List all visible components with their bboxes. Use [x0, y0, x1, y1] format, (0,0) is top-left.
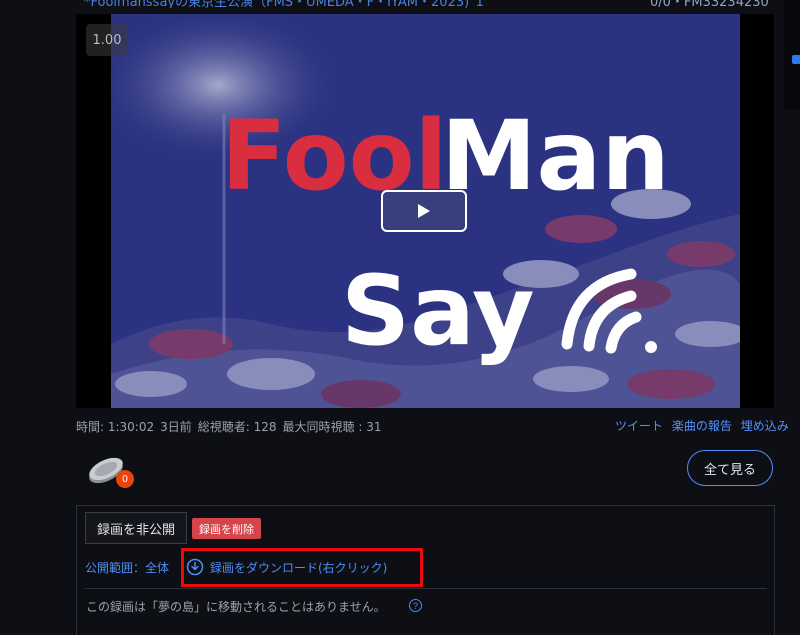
download-recording-link[interactable]: 録画をダウンロード(右クリック) [210, 559, 387, 576]
embed-link[interactable]: 埋め込み [741, 419, 789, 433]
video-player[interactable]: Fool Man Say 1.00 [76, 14, 774, 408]
download-icon[interactable] [186, 558, 204, 576]
side-checkbox[interactable] [792, 55, 800, 64]
tweet-link[interactable]: ツイート [615, 419, 663, 433]
action-links: ツイート 楽曲の報告 埋め込み [610, 417, 789, 434]
make-private-button[interactable]: 録画を非公開 [85, 512, 187, 544]
video-title-say: Say [341, 255, 535, 367]
stat-duration: 時間: 1:30:02 [76, 420, 155, 434]
play-icon [418, 204, 430, 218]
stat-max-concurrent: 最大同時視聴 : 31 [282, 420, 382, 434]
recording-id: 0/0・FM33234230 [650, 0, 769, 8]
playback-speed[interactable]: 1.00 [86, 24, 128, 56]
stat-ago: 3日前 [160, 420, 192, 434]
stat-total-viewers: 総視聴者: 128 [197, 420, 277, 434]
recording-title[interactable]: *Foolmanssayの東京生公演（FMS・UMEDA・F・IYAM・2023… [84, 0, 484, 8]
delete-recording-button[interactable]: 録画を削除 [192, 518, 261, 539]
see-all-button[interactable]: 全て見る [687, 450, 773, 486]
play-button[interactable] [381, 190, 467, 232]
dream-island-note: この録画は「夢の島」に移動されることはありません。 [86, 600, 386, 614]
video-title-man: Man [441, 100, 670, 212]
recording-stats: 時間: 1:30:02 3日前 総視聴者: 128 最大同時視聴 : 31 [76, 418, 387, 435]
question-icon[interactable]: ? [409, 599, 422, 612]
coin-count-badge: 0 [116, 470, 134, 488]
divider [84, 588, 767, 589]
visibility-scope-link[interactable]: 公開範囲：全体 [85, 559, 169, 576]
report-song-link[interactable]: 楽曲の報告 [672, 419, 732, 433]
top-strip: *Foolmanssayの東京生公演（FMS・UMEDA・F・IYAM・2023… [0, 0, 800, 8]
